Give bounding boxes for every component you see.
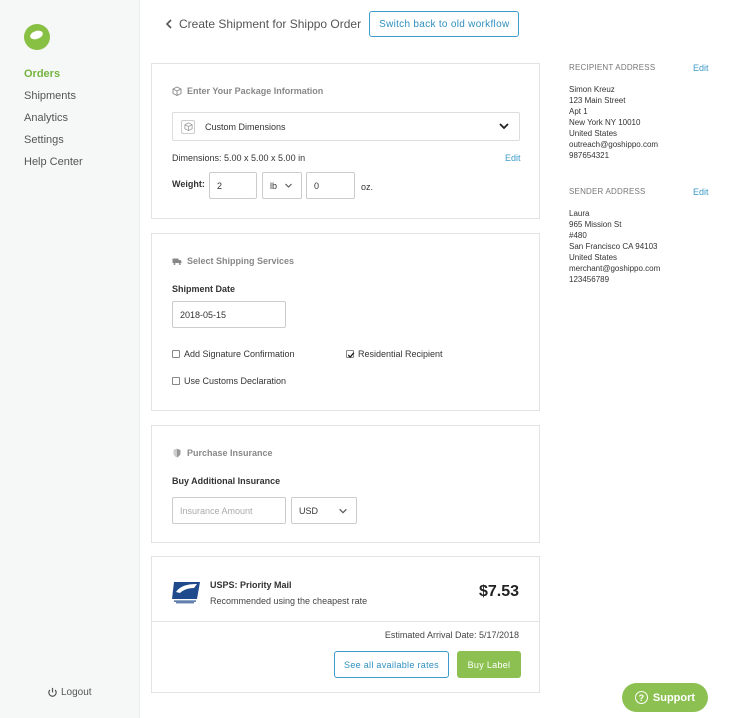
- shipment-date-label: Shipment Date: [172, 284, 236, 294]
- package-card: Enter Your Package Information Custom Di…: [151, 63, 540, 219]
- see-all-rates-button[interactable]: See all available rates: [334, 651, 449, 678]
- support-button[interactable]: ? Support: [622, 683, 708, 712]
- page-header: Create Shipment for Shippo Order Switch …: [165, 11, 520, 37]
- checkbox-box[interactable]: [172, 350, 180, 358]
- address-line: United States: [569, 253, 618, 262]
- sidebar-item-analytics[interactable]: Analytics: [24, 112, 83, 134]
- insurance-heading: Purchase Insurance: [172, 448, 273, 458]
- address-line: 965 Mission St: [569, 220, 622, 229]
- address-line: merchant@goshippo.com: [569, 264, 661, 273]
- sidebar-item-shipments[interactable]: Shipments: [24, 90, 83, 112]
- rate-price: $7.53: [478, 583, 519, 600]
- insurance-label: Buy Additional Insurance: [172, 476, 281, 486]
- sidebar-item-help-center[interactable]: Help Center: [24, 156, 83, 178]
- buy-label-button[interactable]: Buy Label: [457, 651, 521, 678]
- support-label: Support: [652, 691, 696, 704]
- address-line: #480: [569, 231, 587, 240]
- residential-recipient-label: Residential Recipient: [358, 349, 443, 359]
- insurance-card: Purchase Insurance Buy Additional Insura…: [151, 425, 540, 543]
- address-line: outreach@goshippo.com: [569, 140, 659, 149]
- weight-label: Weight:: [172, 179, 205, 189]
- back-chevron-icon[interactable]: [165, 17, 173, 32]
- logout-button[interactable]: Logout: [47, 687, 92, 698]
- customs-declaration-checkbox[interactable]: Use Customs Declaration: [172, 376, 286, 386]
- dimensions-select[interactable]: Custom Dimensions: [172, 112, 520, 141]
- power-icon: [48, 687, 57, 697]
- weight-unit-value: lb: [270, 180, 278, 191]
- recipient-address: Simon Kreuz 123 Main Street Apt 1 New Yo…: [569, 84, 658, 161]
- logout-label: Logout: [61, 687, 92, 698]
- address-line: San Francisco CA 94103: [569, 242, 658, 251]
- chevron-down-icon: [339, 508, 347, 514]
- rate-card: USPS: Priority Mail Recommended using th…: [151, 556, 540, 693]
- sidebar-nav: Orders Shipments Analytics Settings Help…: [24, 68, 83, 178]
- insurance-heading-text: Purchase Insurance: [187, 448, 273, 458]
- shippo-logo[interactable]: [24, 24, 50, 50]
- sender-address: Laura 965 Mission St #480 San Francisco …: [569, 208, 660, 285]
- rate-carrier-service: USPS: Priority Mail: [210, 580, 292, 590]
- divider: [152, 621, 539, 622]
- insurance-amount-input[interactable]: Insurance Amount: [172, 497, 286, 524]
- edit-dimensions-link[interactable]: Edit: [505, 153, 521, 163]
- package-box-icon: [181, 119, 195, 134]
- sidebar-item-settings[interactable]: Settings: [24, 134, 83, 156]
- weight-input[interactable]: 2: [209, 172, 257, 199]
- residential-recipient-checkbox[interactable]: Residential Recipient: [346, 349, 443, 359]
- box-icon: [172, 86, 182, 96]
- address-line: 987654321: [569, 151, 610, 160]
- switch-old-workflow-button[interactable]: Switch back to old workflow: [369, 11, 520, 37]
- currency-select[interactable]: USD: [291, 497, 357, 524]
- package-heading-text: Enter Your Package Information: [187, 86, 324, 96]
- currency-value: USD: [299, 505, 319, 516]
- edit-sender-link[interactable]: Edit: [693, 187, 709, 197]
- shipping-heading: Select Shipping Services: [172, 256, 294, 266]
- address-line: 123 Main Street: [569, 96, 626, 105]
- sender-address-title: SENDER ADDRESS: [569, 187, 646, 196]
- truck-icon: [172, 258, 182, 265]
- question-icon: ?: [634, 691, 648, 704]
- address-line: New York NY 10010: [569, 118, 641, 127]
- signature-confirmation-label: Add Signature Confirmation: [184, 349, 295, 359]
- chevron-down-icon: [285, 183, 292, 188]
- address-line: Apt 1: [569, 107, 588, 116]
- address-line: Laura: [569, 209, 590, 218]
- package-heading: Enter Your Package Information: [172, 86, 323, 96]
- dimensions-select-value: Custom Dimensions: [205, 121, 286, 132]
- checkbox-box-checked[interactable]: [346, 350, 355, 358]
- dimensions-text: Dimensions: 5.00 x 5.00 x 5.00 in: [172, 153, 306, 163]
- ounces-input[interactable]: 0: [306, 172, 355, 199]
- checkbox-box[interactable]: [172, 377, 180, 385]
- rate-note: Recommended using the cheapest rate: [210, 596, 368, 606]
- page-title: Create Shipment for Shippo Order: [179, 17, 362, 31]
- shipping-heading-text: Select Shipping Services: [187, 256, 295, 266]
- estimated-arrival: Estimated Arrival Date: 5/17/2018: [384, 630, 519, 640]
- shipment-date-input[interactable]: 2018-05-15: [172, 301, 286, 328]
- edit-recipient-link[interactable]: Edit: [693, 63, 709, 73]
- chevron-down-icon: [499, 123, 509, 130]
- address-line: 123456789: [569, 275, 610, 284]
- weight-unit-select[interactable]: lb: [262, 172, 302, 199]
- ounces-label: oz.: [361, 182, 374, 192]
- address-line: Simon Kreuz: [569, 85, 615, 94]
- shield-icon: [173, 448, 181, 458]
- usps-eagle-icon: [172, 582, 200, 604]
- signature-confirmation-checkbox[interactable]: Add Signature Confirmation: [172, 349, 295, 359]
- shipping-services-card: Select Shipping Services Shipment Date 2…: [151, 233, 540, 411]
- sidebar: Orders Shipments Analytics Settings Help…: [0, 0, 140, 718]
- sidebar-item-orders[interactable]: Orders: [24, 68, 83, 90]
- customs-declaration-label: Use Customs Declaration: [184, 376, 287, 386]
- address-line: United States: [569, 129, 618, 138]
- recipient-address-title: RECIPIENT ADDRESS: [569, 63, 656, 72]
